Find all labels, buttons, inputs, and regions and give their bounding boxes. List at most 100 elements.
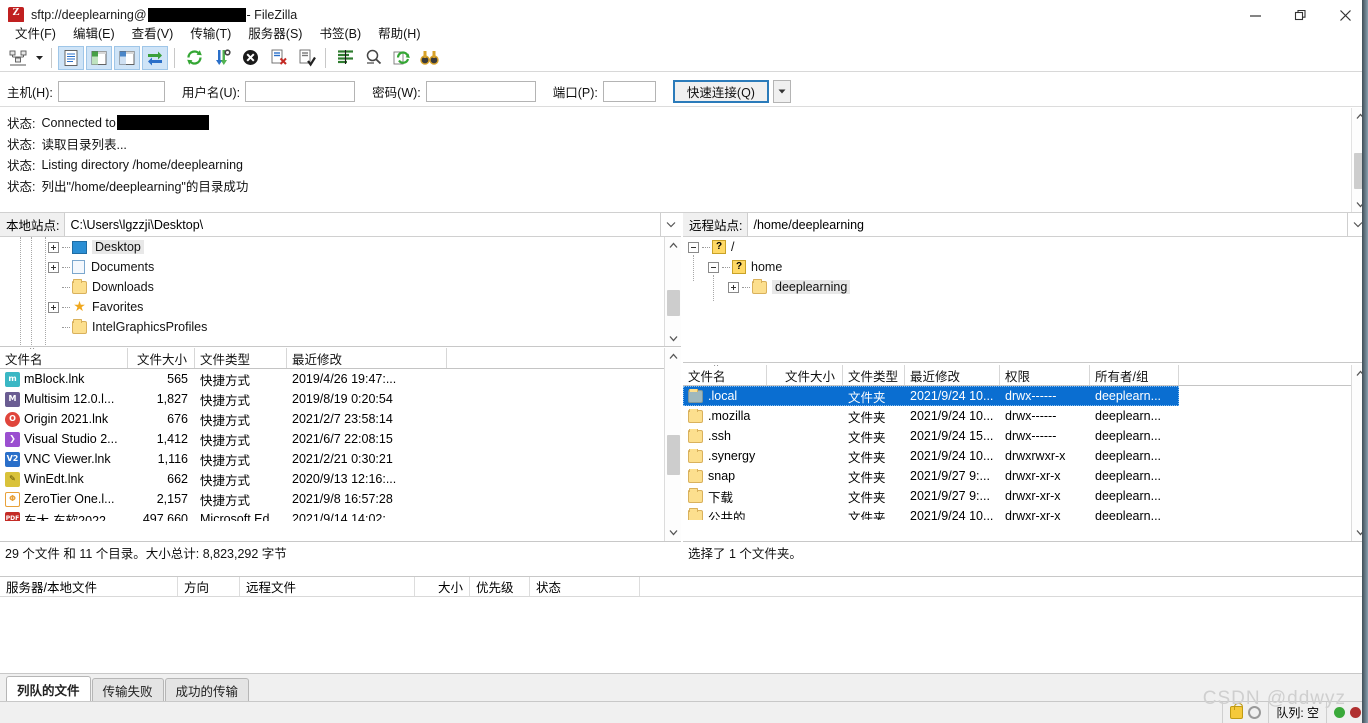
menu-server[interactable]: 服务器(S) bbox=[240, 21, 311, 44]
reconnect-button[interactable] bbox=[293, 46, 319, 70]
disconnect-button[interactable] bbox=[265, 46, 291, 70]
column-header-modified[interactable]: 最近修改 bbox=[287, 348, 447, 368]
menu-edit[interactable]: 编辑(E) bbox=[65, 21, 124, 44]
queue-column-status[interactable]: 状态 bbox=[530, 577, 640, 596]
column-header-modified[interactable]: 最近修改 bbox=[905, 365, 1000, 385]
refresh-button[interactable] bbox=[181, 46, 207, 70]
table-row[interactable]: ❯ Visual Studio 2... 1,412 快捷方式 2021/6/7… bbox=[0, 429, 664, 449]
table-row[interactable]: 下载 文件夹 2021/9/27 9:... drwxr-xr-x deeple… bbox=[683, 486, 1351, 506]
menu-file[interactable]: 文件(F) bbox=[7, 21, 65, 44]
column-header-filetype[interactable]: 文件类型 bbox=[195, 348, 287, 368]
menu-bookmarks[interactable]: 书签(B) bbox=[311, 21, 370, 44]
scroll-thumb[interactable] bbox=[666, 435, 680, 475]
quick-connect-history-dropdown-icon[interactable] bbox=[772, 79, 791, 103]
scroll-thumb[interactable] bbox=[666, 290, 680, 316]
cell-permissions: drwxr-xr-x bbox=[1005, 509, 1061, 520]
queue-column-priority[interactable]: 优先级 bbox=[470, 577, 530, 596]
cell-modified: 2021/9/24 10... bbox=[910, 409, 994, 423]
site-manager-button[interactable] bbox=[5, 46, 31, 70]
collapse-icon[interactable] bbox=[708, 261, 719, 273]
find-binoculars-button[interactable] bbox=[416, 46, 442, 70]
remote-file-rows[interactable]: .local 文件夹 2021/9/24 10... drwx------ de… bbox=[683, 386, 1351, 520]
column-header-filename[interactable]: 文件名 ^ bbox=[683, 365, 767, 385]
port-input[interactable] bbox=[602, 80, 656, 102]
toggle-remote-tree-button[interactable] bbox=[114, 45, 140, 70]
column-header-filesize[interactable]: 文件大小 bbox=[128, 348, 195, 368]
queue-column-remote-file[interactable]: 远程文件 bbox=[240, 577, 415, 596]
host-input[interactable] bbox=[57, 80, 165, 102]
table-row[interactable]: m mBlock.lnk 565 快捷方式 2019/4/26 19:47:..… bbox=[0, 369, 664, 389]
menu-transfer[interactable]: 传输(T) bbox=[182, 21, 240, 44]
expand-icon[interactable] bbox=[728, 281, 739, 293]
local-path-chevron-down-icon[interactable] bbox=[661, 213, 681, 236]
collapse-icon[interactable] bbox=[688, 241, 699, 253]
vnc-icon: V2 bbox=[5, 451, 20, 467]
column-header-owner-group[interactable]: 所有者/组 bbox=[1090, 365, 1179, 385]
table-row[interactable]: ✎ WinEdt.lnk 662 快捷方式 2020/9/13 12:16:..… bbox=[0, 469, 664, 489]
username-input[interactable] bbox=[245, 80, 356, 102]
tree-item-intelgraphicsprofiles[interactable]: IntelGraphicsProfiles bbox=[0, 317, 664, 337]
table-row[interactable]: Φ ZeroTier One.l... 2,157 快捷方式 2021/9/8 … bbox=[0, 489, 664, 509]
expand-icon[interactable] bbox=[48, 241, 59, 253]
queue-column-direction[interactable]: 方向 bbox=[178, 577, 240, 596]
cell-filename: V2 VNC Viewer.lnk bbox=[0, 451, 128, 467]
table-row[interactable]: O Origin 2021.lnk 676 快捷方式 2021/2/7 23:5… bbox=[0, 409, 664, 429]
table-row[interactable]: 公共的 文件夹 2021/9/24 10... drwxr-xr-x deepl… bbox=[683, 506, 1351, 520]
toggle-local-tree-button[interactable] bbox=[86, 45, 112, 70]
remote-directory-tree[interactable]: ? / ? home deeplearning bbox=[683, 237, 1368, 363]
scroll-down-icon[interactable] bbox=[664, 330, 681, 346]
search-button[interactable] bbox=[360, 46, 386, 70]
remote-file-list[interactable]: 文件名 ^ 文件大小 文件类型 最近修改 权限 所有者/组 .local 文件夹… bbox=[683, 365, 1368, 541]
site-manager-dropdown-icon[interactable] bbox=[32, 46, 46, 70]
tab-failed-transfers[interactable]: 传输失败 bbox=[91, 678, 164, 701]
tree-item-documents[interactable]: Documents bbox=[0, 257, 664, 277]
table-row[interactable]: V2 VNC Viewer.lnk 1,116 快捷方式 2021/2/21 0… bbox=[0, 449, 664, 469]
process-queue-button[interactable] bbox=[209, 46, 235, 70]
queue-column-size[interactable]: 大小 bbox=[415, 577, 470, 596]
scroll-up-icon[interactable] bbox=[664, 348, 681, 365]
tab-queued-files[interactable]: 列队的文件 bbox=[6, 676, 91, 701]
password-input[interactable] bbox=[425, 80, 536, 102]
toggle-transfer-queue-button[interactable] bbox=[142, 45, 168, 70]
scroll-track[interactable] bbox=[664, 365, 681, 524]
synchronized-browsing-button[interactable] bbox=[388, 46, 414, 70]
cancel-button[interactable] bbox=[237, 46, 263, 70]
table-row[interactable]: PDF 东大-东软2022... 497,660 Microsoft Ed...… bbox=[0, 509, 664, 521]
menu-view[interactable]: 查看(V) bbox=[124, 21, 183, 44]
table-row[interactable]: .ssh 文件夹 2021/9/24 15... drwx------ deep… bbox=[683, 426, 1351, 446]
table-row[interactable]: .synergy 文件夹 2021/9/24 10... drwxrwxr-x … bbox=[683, 446, 1351, 466]
transfer-queue-body[interactable] bbox=[0, 597, 1368, 673]
tree-item-deeplearning[interactable]: deeplearning bbox=[683, 277, 1368, 297]
table-row[interactable]: .local 文件夹 2021/9/24 10... drwx------ de… bbox=[683, 386, 1179, 406]
queue-column-server-local-file[interactable]: 服务器/本地文件 bbox=[0, 577, 178, 596]
expand-icon[interactable] bbox=[48, 301, 59, 313]
remote-path-input[interactable]: /home/deeplearning bbox=[748, 213, 1348, 236]
tree-item-desktop[interactable]: Desktop bbox=[0, 237, 664, 257]
table-row[interactable]: snap 文件夹 2021/9/27 9:... drwxr-xr-x deep… bbox=[683, 466, 1351, 486]
local-file-rows[interactable]: m mBlock.lnk 565 快捷方式 2019/4/26 19:47:..… bbox=[0, 369, 664, 521]
tree-item-home[interactable]: ? home bbox=[683, 257, 1368, 277]
column-header-filename[interactable]: 文件名 ^ bbox=[0, 348, 128, 368]
tree-item-downloads[interactable]: Downloads bbox=[0, 277, 664, 297]
tree-item-favorites[interactable]: ★ Favorites bbox=[0, 297, 664, 317]
local-directory-tree[interactable]: Desktop Documents Downloads ★ Favorites bbox=[0, 237, 681, 347]
toggle-message-log-button[interactable] bbox=[58, 45, 84, 70]
local-file-list[interactable]: 文件名 ^ 文件大小 文件类型 最近修改 m mBlock.lnk 565 快捷… bbox=[0, 348, 681, 541]
expand-icon[interactable] bbox=[48, 261, 59, 273]
tree-item-root[interactable]: ? / bbox=[683, 237, 1368, 257]
scroll-up-icon[interactable] bbox=[664, 237, 681, 254]
tab-successful-transfers[interactable]: 成功的传输 bbox=[164, 678, 250, 701]
local-path-input[interactable]: C:\Users\lgzzji\Desktop\ bbox=[65, 213, 661, 236]
table-row[interactable]: .mozilla 文件夹 2021/9/24 10... drwx------ … bbox=[683, 406, 1351, 426]
scroll-down-icon[interactable] bbox=[664, 524, 681, 541]
directory-compare-button[interactable] bbox=[332, 46, 358, 70]
scroll-track[interactable] bbox=[664, 254, 681, 330]
local-tree-scrollbar[interactable] bbox=[664, 237, 681, 346]
column-header-filesize[interactable]: 文件大小 bbox=[767, 365, 843, 385]
column-header-filetype[interactable]: 文件类型 bbox=[843, 365, 905, 385]
column-header-permissions[interactable]: 权限 bbox=[1000, 365, 1090, 385]
table-row[interactable]: M Multisim 12.0.l... 1,827 快捷方式 2019/8/1… bbox=[0, 389, 664, 409]
menu-help[interactable]: 帮助(H) bbox=[370, 21, 429, 44]
quick-connect-button[interactable]: 快速连接(Q) bbox=[672, 79, 769, 103]
local-list-scrollbar[interactable] bbox=[664, 348, 681, 541]
